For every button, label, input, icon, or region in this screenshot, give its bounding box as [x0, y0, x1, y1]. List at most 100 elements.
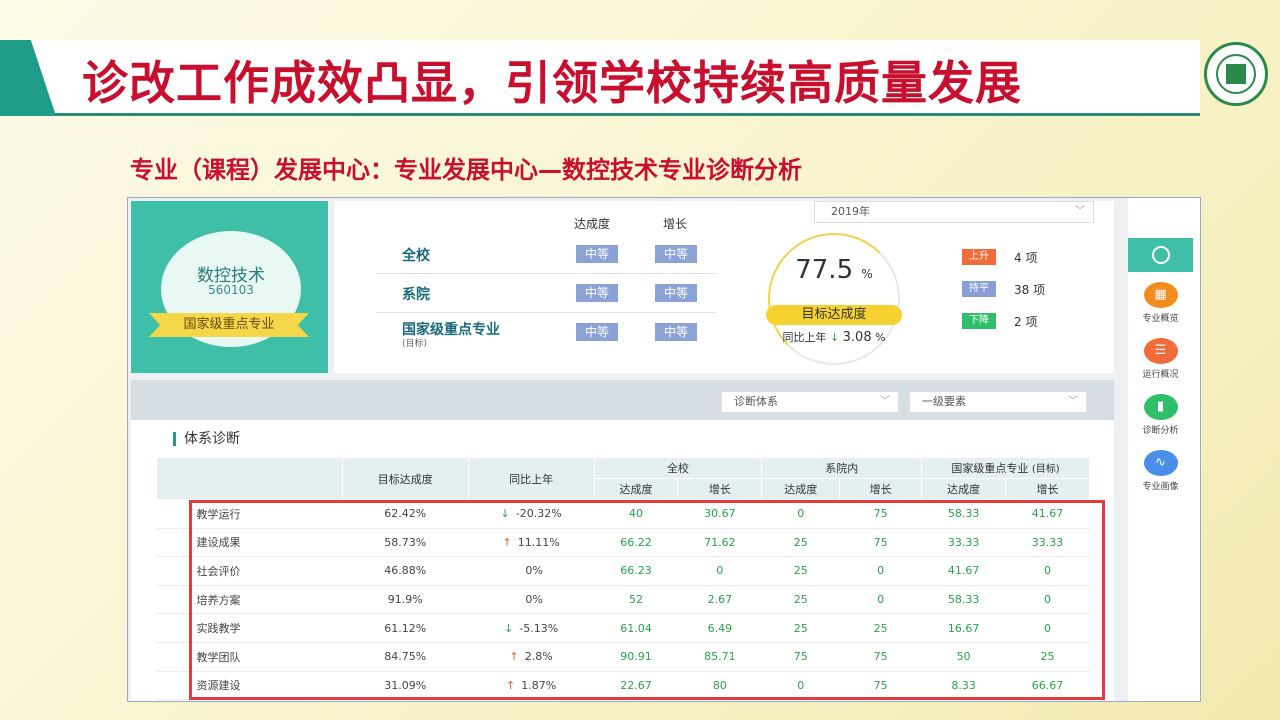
- rail-item-operation[interactable]: ☰ 运行概况: [1128, 338, 1193, 380]
- row-national-growth: 0: [1005, 585, 1090, 615]
- row-yoy: ↑ 2.8%: [468, 642, 595, 672]
- summary-row-label: 全校: [402, 248, 430, 264]
- target-gauge: 77.5 % 目标达成度 同比上年 ↓ 3.08 %: [764, 229, 904, 365]
- trend-tag-down: 下降: [962, 313, 996, 329]
- table-row: 教学运行 62.42% ↓ -20.32% 40 30.67 0 75 58.33 41.67: [156, 499, 1090, 529]
- growth-badge: 中等: [655, 284, 697, 302]
- trend-count-flat: 38 项: [1014, 283, 1046, 297]
- row-school-achievement: 66.23: [594, 556, 678, 586]
- rail-item-diagnosis[interactable]: ▮ 诊断分析: [1128, 394, 1193, 436]
- row-school-achievement: 90.91: [594, 642, 678, 672]
- row-national-growth: 41.67: [1005, 499, 1090, 529]
- arrow-up-icon: ↑: [506, 678, 516, 692]
- chevron-down-icon: ﹀: [880, 396, 890, 407]
- row-dept-achievement: 0: [761, 671, 840, 701]
- row-dept-achievement: 75: [761, 642, 840, 672]
- arrow-up-icon: ↑: [502, 535, 512, 549]
- row-dept-growth: 0: [839, 585, 922, 615]
- row-school-growth: 85.71: [677, 642, 762, 672]
- row-dept-growth: 75: [839, 528, 922, 558]
- gauge-label: 目标达成度: [766, 305, 902, 325]
- table-row: 教学团队 84.75% ↑ 2.8% 90.91 85.71 75 75 50 25: [156, 642, 1090, 672]
- row-national-achievement: 58.33: [921, 585, 1006, 615]
- row-national-achievement: 41.67: [921, 556, 1006, 586]
- row-name: 教学团队: [156, 642, 343, 672]
- row-dept-achievement: 25: [761, 528, 840, 558]
- table-subhead: 达成度: [761, 478, 841, 500]
- school-logo: [1204, 42, 1268, 106]
- row-school-achievement: 22.67: [594, 671, 678, 701]
- table-subhead: 增长: [1005, 478, 1090, 500]
- row-dept-growth: 25: [839, 613, 922, 643]
- table-subhead: 增长: [839, 478, 923, 500]
- row-yoy: ↑ 11.11%: [468, 528, 595, 558]
- arrow-down-icon: ↓: [829, 331, 840, 344]
- table-row: 社会评价 46.88% 0% 66.23 0 25 0 41.67 0: [156, 556, 1090, 586]
- table-head-name: [156, 457, 343, 500]
- rail-item-portrait[interactable]: ∿ 专业画像: [1128, 450, 1193, 492]
- diagnosis-table: 目标达成度 同比上年 全校 系院内 国家级重点专业 (目标) 达成度 增长 达成…: [156, 457, 1090, 701]
- element-select[interactable]: 一级要素 ﹀: [909, 391, 1087, 413]
- table-subhead: 达成度: [593, 478, 679, 500]
- row-national-growth: 25: [1005, 642, 1090, 672]
- row-national-achievement: 33.33: [921, 528, 1006, 558]
- year-select-value: 2019年: [831, 205, 870, 218]
- grid-icon: ▦: [1143, 282, 1178, 308]
- row-dept-growth: 75: [839, 671, 922, 701]
- table-row: 资源建设 31.09% ↑ 1.87% 22.67 80 0 75 8.33 66.67: [156, 671, 1090, 701]
- rail-item-overview[interactable]: ▦ 专业概览: [1128, 282, 1193, 324]
- bar-chart-icon: ▮: [1143, 394, 1178, 420]
- gauge-arc: [768, 233, 900, 365]
- growth-badge: 中等: [655, 323, 697, 341]
- row-dept-achievement: 0: [761, 499, 840, 529]
- slide-title: 诊改工作成效凸显，引领学校持续高质量发展: [82, 56, 1022, 110]
- row-national-growth: 0: [1005, 613, 1090, 643]
- row-school-growth: 30.67: [677, 499, 762, 529]
- achievement-badge: 中等: [576, 245, 618, 263]
- table-subhead: 达成度: [921, 478, 1007, 500]
- row-dept-achievement: 25: [761, 556, 840, 586]
- row-name: 社会评价: [156, 556, 343, 586]
- col-head-achievement: 达成度: [574, 217, 611, 231]
- app-window: 数控技术 560103 国家级重点专业 达成度 增长 全校 中等 中等 系院 中…: [127, 197, 1201, 702]
- diagnosis-table-body: 教学运行 62.42% ↓ -20.32% 40 30.67 0 75 58.33 41.67 建设…: [156, 499, 1090, 701]
- summary-card: 达成度 增长 全校 中等 中等 系院 中等 中等 国家级重点专业 (目标) 中等…: [334, 201, 1114, 373]
- row-national-achievement: 58.33: [921, 499, 1006, 529]
- year-select[interactable]: 2019年 ﹀: [814, 201, 1094, 223]
- gauge-yoy: 同比上年 ↓ 3.08 %: [782, 330, 886, 345]
- row-school-growth: 6.49: [677, 613, 762, 643]
- table-row: 培养方案 91.9% 0% 52 2.67 25 0 58.33 0: [156, 585, 1090, 615]
- table-head-school: 全校: [593, 457, 763, 479]
- search-icon: [1151, 246, 1170, 264]
- list-icon: ☰: [1143, 338, 1178, 364]
- table-subhead: 增长: [677, 478, 763, 500]
- trend-icon: ∿: [1143, 450, 1178, 476]
- major-level-ribbon: 国家级重点专业: [149, 313, 309, 337]
- row-national-growth: 33.33: [1005, 528, 1090, 558]
- table-head-dept: 系院内: [761, 457, 923, 479]
- row-yoy: 0%: [468, 585, 595, 615]
- row-name: 建设成果: [156, 528, 343, 558]
- gauge-value: 77.5 %: [795, 255, 873, 285]
- rail-search-button[interactable]: [1128, 238, 1193, 272]
- row-national-achievement: 8.33: [921, 671, 1006, 701]
- row-yoy: ↓ -20.32%: [468, 499, 595, 529]
- row-target: 62.42%: [342, 499, 469, 529]
- achievement-badge: 中等: [576, 323, 618, 341]
- row-yoy: ↓ -5.13%: [468, 613, 595, 643]
- summary-row-sub: (目标): [402, 339, 428, 349]
- row-school-achievement: 61.04: [594, 613, 678, 643]
- summary-row-label: 系院: [402, 287, 430, 303]
- table-head-yoy: 同比上年: [467, 457, 595, 500]
- achievement-badge: 中等: [576, 284, 618, 302]
- trend-tag-flat: 持平: [962, 281, 996, 297]
- system-select[interactable]: 诊断体系 ﹀: [721, 391, 899, 413]
- row-school-growth: 0: [677, 556, 762, 586]
- chevron-down-icon: ﹀: [1068, 396, 1078, 407]
- table-row: 建设成果 58.73% ↑ 11.11% 66.22 71.62 25 75 33.33 33.3…: [156, 528, 1090, 558]
- row-national-achievement: 16.67: [921, 613, 1006, 643]
- table-head-target: 目标达成度: [341, 457, 469, 500]
- row-name: 培养方案: [156, 585, 343, 615]
- major-code: 560103: [208, 283, 254, 297]
- slide-subtitle: 专业（课程）发展中心：专业发展中心—数控技术专业诊断分析: [130, 156, 802, 184]
